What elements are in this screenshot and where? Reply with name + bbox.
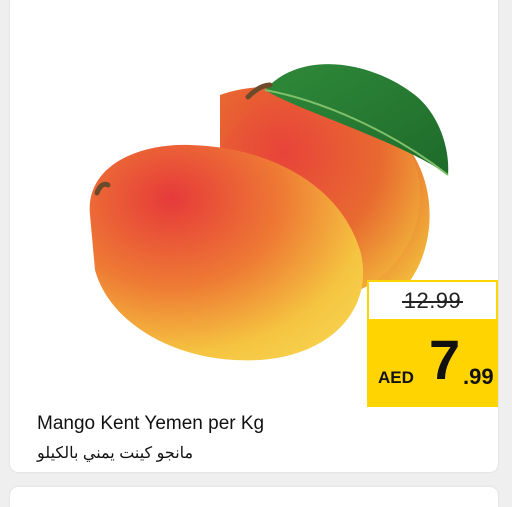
price-integer: 7	[429, 328, 461, 391]
next-product-card[interactable]	[10, 487, 498, 507]
price-decimal: .99	[463, 364, 494, 389]
product-name-english: Mango Kent Yemen per Kg	[37, 413, 265, 434]
product-card[interactable]: 12.99 AED 7 .99 Mango Kent Yemen per Kg …	[10, 0, 498, 472]
old-price-box: 12.99	[367, 280, 498, 321]
price-tag: 12.99 AED 7 .99	[367, 280, 498, 407]
old-price: 12.99	[401, 287, 463, 313]
currency-label: AED	[378, 368, 414, 387]
product-name-arabic: مانجو كينت يمني بالكيلو	[37, 445, 194, 462]
new-price-box: AED 7 .99	[367, 321, 498, 407]
